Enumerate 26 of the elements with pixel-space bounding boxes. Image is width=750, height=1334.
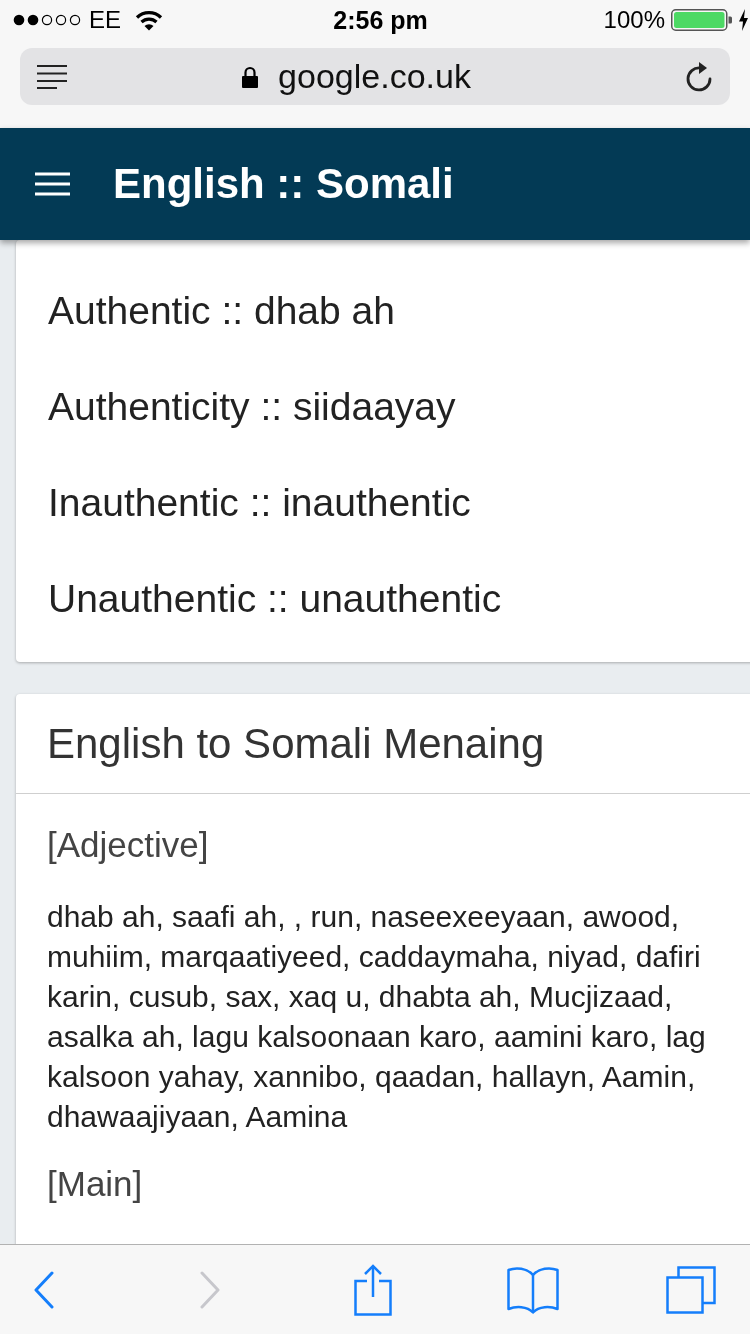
book-icon[interactable] — [507, 1265, 559, 1314]
translation-item[interactable]: Unauthentic :: unauthentic — [48, 577, 502, 621]
lock-icon — [242, 65, 259, 88]
signal-dots-icon — [13, 14, 81, 26]
menu-icon[interactable] — [35, 172, 70, 196]
translation-item[interactable]: Authenticity :: siidaayay — [48, 385, 456, 429]
wifi-icon — [135, 9, 163, 31]
share-icon[interactable] — [354, 1263, 392, 1316]
carrier-name: EE — [89, 6, 121, 34]
url-text: google.co.uk — [278, 57, 471, 96]
card-title: English to Somali Menaing — [47, 719, 545, 768]
meaning-text: dhab ah, saafi ah, , run, naseexeeyaan, awood, muhiim, marqaatiyeed, caddaymaha, niyad, dafiri karin, cusub, sax, xaq u, dhabta ah, Mucjizaad, asalka ah, lagu kalsoonaan karo, aamini karo, lag kalsoon yahay, xannibo, qaadan, hallayn, Aamin, dhawaajiyaan, Aamina — [47, 899, 707, 1135]
section-heading: [Adjective] — [47, 825, 210, 865]
page-title: English :: Somali — [113, 160, 454, 208]
reload-icon[interactable] — [686, 60, 714, 93]
address-bar[interactable]: google.co.uk — [20, 48, 730, 105]
back-icon[interactable] — [34, 1270, 54, 1309]
clock-time: 2:56 pm — [333, 5, 428, 35]
battery-percent: 100% — [603, 6, 665, 34]
battery-icon — [671, 9, 733, 31]
charging-bolt-icon — [739, 9, 748, 31]
reader-lines-icon[interactable] — [37, 64, 67, 89]
tabs-icon[interactable] — [666, 1265, 716, 1314]
section-heading: [Main] — [47, 1164, 144, 1204]
translation-item[interactable]: Authentic :: dhab ah — [48, 289, 395, 333]
translation-item[interactable]: Inauthentic :: inauthentic — [48, 481, 471, 525]
